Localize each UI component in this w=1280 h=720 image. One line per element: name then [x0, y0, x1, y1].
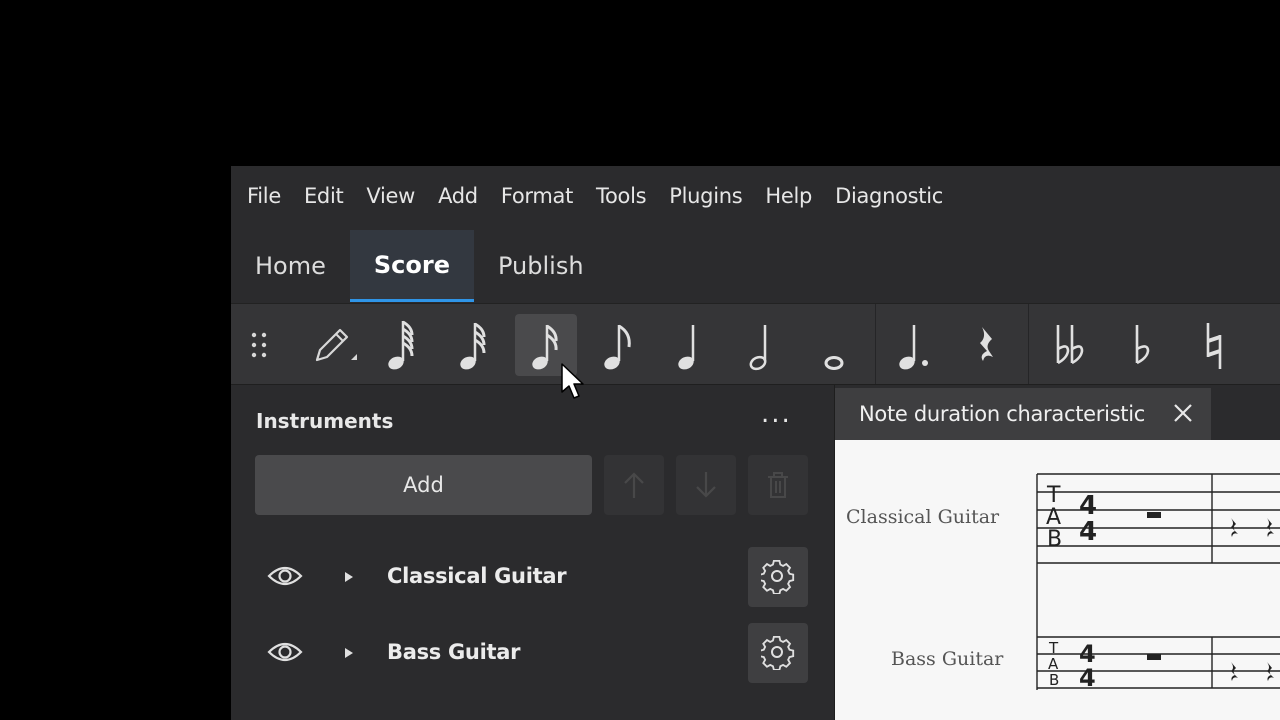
menu-file[interactable]: File: [237, 184, 291, 208]
score-tab[interactable]: Note duration characteristic: [835, 388, 1211, 440]
augmentation-dot-icon[interactable]: [884, 314, 946, 376]
menu-tools[interactable]: Tools: [586, 184, 656, 208]
instrument-settings-button[interactable]: [748, 547, 808, 607]
note-input-toolbar: [231, 303, 1280, 385]
arrow-down-icon: [696, 472, 716, 498]
whole-note-icon[interactable]: [803, 314, 865, 376]
natural-icon[interactable]: [1183, 314, 1245, 376]
whole-rest: [1147, 512, 1161, 518]
score-view: Note duration characteristic Classical G…: [834, 385, 1280, 720]
workspace-tabs: Home Score Publish: [231, 230, 608, 303]
instruments-panel: Instruments ... Add Classical Guitar Bas…: [231, 385, 834, 720]
whole-rest: [1147, 654, 1161, 660]
gear-icon: [761, 560, 795, 594]
instrument-name: Classical Guitar: [387, 564, 567, 588]
drag-handle-icon[interactable]: [241, 314, 277, 376]
tab-score[interactable]: Score: [349, 230, 474, 302]
instrument-row[interactable]: Bass Guitar: [231, 622, 834, 686]
tab-clef-letter: B: [1049, 671, 1059, 689]
menu-bar: File Edit View Add Format Tools Plugins …: [231, 166, 1280, 226]
score-tab-label: Note duration characteristic: [859, 402, 1145, 426]
double-flat-icon[interactable]: [1039, 314, 1101, 376]
trash-icon: [768, 472, 788, 498]
tab-publish[interactable]: Publish: [474, 230, 608, 302]
expand-caret-icon[interactable]: [343, 570, 355, 584]
instrument-settings-button[interactable]: [748, 623, 808, 683]
menu-plugins[interactable]: Plugins: [659, 184, 752, 208]
arrow-up-icon: [624, 472, 644, 498]
score-page[interactable]: Classical Guitar Bass Guitar T A B 4 4 T…: [835, 440, 1280, 720]
sixty-fourth-note-icon[interactable]: [371, 314, 433, 376]
time-signature: 4: [1079, 664, 1096, 692]
menu-format[interactable]: Format: [491, 184, 583, 208]
pencil-note-input-icon[interactable]: [301, 314, 363, 376]
close-icon[interactable]: [1172, 402, 1194, 424]
add-instrument-button[interactable]: Add: [255, 455, 592, 515]
menu-diagnostic[interactable]: Diagnostic: [825, 184, 953, 208]
instrument-row[interactable]: Classical Guitar: [231, 546, 834, 610]
delete-button[interactable]: [748, 455, 808, 515]
quarter-note-icon[interactable]: [659, 314, 721, 376]
musescore-window: File Edit View Add Format Tools Plugins …: [231, 166, 1280, 720]
score-staves: T A B 4 4 T A B 4 4: [1036, 473, 1280, 692]
visibility-eye-icon[interactable]: [267, 640, 303, 664]
instruments-title: Instruments: [256, 409, 394, 433]
flat-icon[interactable]: [1111, 314, 1173, 376]
toolbar-separator: [875, 304, 876, 384]
move-up-button[interactable]: [604, 455, 664, 515]
rest-icon[interactable]: [956, 314, 1018, 376]
eighth-note-icon[interactable]: [587, 314, 649, 376]
menu-add[interactable]: Add: [428, 184, 488, 208]
tab-home[interactable]: Home: [231, 230, 350, 302]
mouse-cursor-icon: [561, 363, 584, 399]
time-signature: 4: [1079, 517, 1097, 547]
menu-edit[interactable]: Edit: [294, 184, 353, 208]
menu-view[interactable]: View: [356, 184, 425, 208]
visibility-eye-icon[interactable]: [267, 564, 303, 588]
instrument-name: Bass Guitar: [387, 640, 521, 664]
half-note-icon[interactable]: [731, 314, 793, 376]
tab-clef-letter: B: [1047, 527, 1062, 552]
gear-icon: [761, 636, 795, 670]
menu-help[interactable]: Help: [755, 184, 822, 208]
move-down-button[interactable]: [676, 455, 736, 515]
toolbar-separator: [1028, 304, 1029, 384]
more-options-button[interactable]: ...: [761, 399, 792, 429]
expand-caret-icon[interactable]: [343, 646, 355, 660]
thirty-second-note-icon[interactable]: [443, 314, 505, 376]
